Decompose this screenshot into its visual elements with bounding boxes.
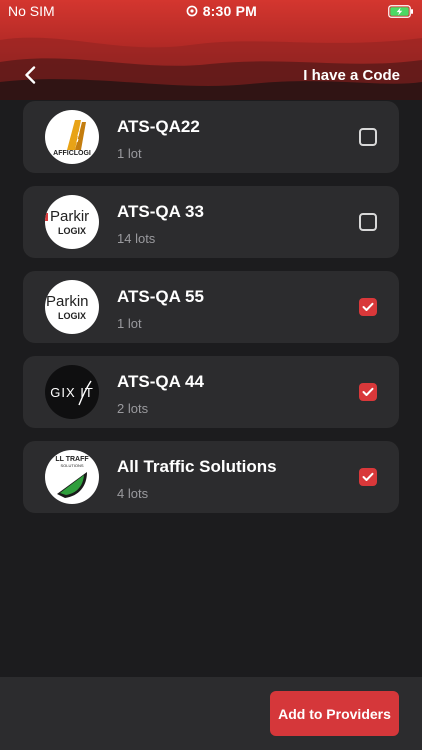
svg-text:LOGIX: LOGIX — [58, 311, 86, 321]
nav-bar: I have a Code — [0, 58, 422, 92]
provider-name: ATS-QA22 — [117, 117, 200, 136]
all-traffic-solutions-logo-icon: LL TRAFF SOLUTIONS — [55, 456, 89, 498]
alarm-icon — [186, 5, 198, 17]
checkmark-icon — [362, 387, 374, 396]
parking-logix-logo-icon: Parkir LOGIX — [45, 208, 89, 236]
provider-logo: AFFICLOGI — [45, 110, 99, 164]
back-button[interactable] — [10, 58, 50, 92]
provider-checkbox[interactable] — [359, 468, 377, 486]
provider-logo: Parkin LOGIX — [45, 280, 99, 334]
parking-logix-logo-icon: Parkin LOGIX — [46, 293, 89, 321]
chevron-left-icon — [25, 66, 36, 84]
provider-card[interactable]: GIX IT ATS-QA 44 2 lots — [23, 356, 399, 428]
provider-card[interactable]: Parkin LOGIX ATS-QA 55 1 lot — [23, 271, 399, 343]
status-clock: 8:30 PM — [186, 3, 257, 19]
svg-text:LOGIX: LOGIX — [58, 226, 86, 236]
footer-bar: Add to Providers — [0, 677, 422, 750]
provider-name: ATS-QA 55 — [117, 287, 204, 306]
battery-charging-icon — [388, 4, 413, 18]
provider-name: ATS-QA 44 — [117, 372, 204, 391]
provider-checkbox[interactable] — [359, 213, 377, 231]
provider-list: AFFICLOGI ATS-QA22 1 lot Parkir LOGIX AT… — [23, 101, 399, 526]
status-bar: No SIM 8:30 PM — [0, 0, 422, 22]
provider-lot-count: 2 lots — [117, 401, 149, 416]
carrier-label: No SIM — [8, 3, 55, 19]
provider-checkbox[interactable] — [359, 383, 377, 401]
provider-logo: Parkir LOGIX — [45, 195, 99, 249]
checkmark-icon — [362, 302, 374, 311]
provider-lot-count: 4 lots — [117, 486, 149, 501]
provider-checkbox[interactable] — [359, 298, 377, 316]
svg-text:LL TRAFF: LL TRAFF — [55, 456, 89, 463]
provider-logo: LL TRAFF SOLUTIONS — [45, 450, 99, 504]
traffic-logix-logo-icon: AFFICLOGI — [53, 120, 91, 157]
provider-card[interactable]: LL TRAFF SOLUTIONS All Traffic Solutions… — [23, 441, 399, 513]
provider-lot-count: 1 lot — [117, 146, 142, 161]
header: No SIM 8:30 PM I have a Code — [0, 0, 422, 100]
provider-lot-count: 1 lot — [117, 316, 142, 331]
svg-text:Parkin: Parkin — [46, 293, 89, 310]
logix-it-logo-icon: GIX IT — [50, 380, 93, 406]
time-label: 8:30 PM — [202, 3, 257, 19]
provider-name: ATS-QA 33 — [117, 202, 204, 221]
add-to-providers-button[interactable]: Add to Providers — [270, 691, 399, 736]
provider-card[interactable]: AFFICLOGI ATS-QA22 1 lot — [23, 101, 399, 173]
provider-card[interactable]: Parkir LOGIX ATS-QA 33 14 lots — [23, 186, 399, 258]
svg-text:Parkir: Parkir — [50, 208, 89, 225]
svg-text:AFFICLOGI: AFFICLOGI — [53, 150, 91, 157]
provider-lot-count: 14 lots — [117, 231, 156, 246]
provider-name: All Traffic Solutions — [117, 457, 277, 476]
battery-indicator — [388, 4, 422, 18]
provider-logo: GIX IT — [45, 365, 99, 419]
provider-checkbox[interactable] — [359, 128, 377, 146]
have-code-button[interactable]: I have a Code — [303, 67, 400, 84]
checkmark-icon — [362, 472, 374, 481]
svg-text:SOLUTIONS: SOLUTIONS — [60, 463, 83, 468]
